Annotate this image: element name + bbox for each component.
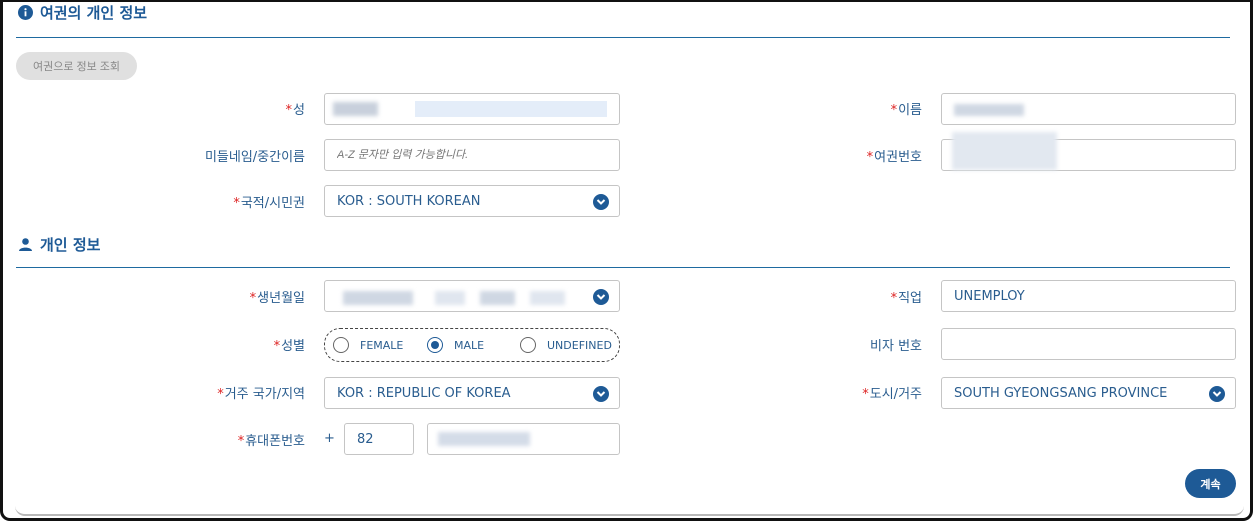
middle-name-input[interactable] — [324, 139, 620, 171]
redacted-passport-number — [952, 132, 1057, 170]
gender-label: *성별 — [273, 339, 305, 354]
passport-section-title-text: 여권의 개인 정보 — [40, 4, 148, 22]
radio-unchecked-icon — [520, 337, 536, 353]
chevron-down-icon — [1209, 386, 1225, 402]
middle-name-label: 미들네임/중간이름 — [204, 150, 305, 165]
passport-lookup-button[interactable]: 여권으로 정보 조회 — [16, 52, 137, 80]
redacted-surname-highlight — [415, 101, 607, 117]
phone-number-field[interactable] — [427, 423, 620, 455]
gender-radio-group: FEMALE MALE UNDEFINED — [324, 328, 620, 362]
city-value: SOUTH GYEONGSANG PROVINCE — [954, 385, 1168, 401]
personal-section-title-text: 개인 정보 — [40, 236, 101, 254]
passport-number-label: *여권번호 — [866, 150, 922, 165]
chevron-down-icon — [593, 289, 609, 305]
radio-checked-icon — [427, 337, 443, 353]
chevron-down-icon — [593, 194, 609, 210]
redacted-phone-number — [438, 432, 530, 446]
info-icon — [18, 5, 33, 20]
surname-field[interactable] — [324, 93, 620, 125]
occupation-field[interactable]: UNEMPLOY — [941, 280, 1236, 312]
redacted-dob-3 — [480, 291, 515, 305]
city-select[interactable]: SOUTH GYEONGSANG PROVINCE — [941, 377, 1236, 409]
redacted-surname — [333, 102, 378, 116]
form-window: 여권의 개인 정보 여권으로 정보 조회 *성 *이름 미들네임/중간이름 *여… — [0, 0, 1253, 521]
personal-section-title: 개인 정보 — [18, 234, 100, 255]
residence-country-value: KOR : REPUBLIC OF KOREA — [337, 385, 511, 401]
redacted-dob-2 — [435, 291, 465, 305]
continue-button[interactable]: 계속 — [1185, 469, 1236, 498]
phone-plus-sign: + — [324, 431, 335, 446]
given-name-label: *이름 — [890, 103, 922, 118]
dob-select[interactable] — [324, 280, 620, 312]
gender-option-male[interactable]: MALE — [427, 337, 520, 353]
nationality-label: *국적/시민권 — [233, 196, 305, 211]
occupation-label: *직업 — [890, 291, 922, 306]
visa-number-label: 비자 번호 — [870, 339, 922, 354]
given-name-field[interactable] — [941, 93, 1236, 125]
gender-option-undefined[interactable]: UNDEFINED — [520, 337, 612, 353]
dob-label: *생년월일 — [249, 291, 305, 306]
surname-label: *성 — [285, 103, 305, 118]
visa-number-field[interactable] — [941, 328, 1236, 360]
phone-country-code-field[interactable]: 82 — [344, 423, 414, 455]
nationality-select[interactable]: KOR : SOUTH KOREAN — [324, 185, 620, 217]
gender-option-female[interactable]: FEMALE — [333, 337, 427, 353]
passport-section-title: 여권의 개인 정보 — [18, 2, 147, 23]
residence-country-label: *거주 국가/지역 — [217, 387, 305, 402]
city-label: *도시/거주 — [862, 387, 922, 402]
occupation-value: UNEMPLOY — [954, 288, 1025, 304]
passport-section-divider — [16, 37, 1230, 38]
passport-number-field[interactable] — [941, 132, 1236, 171]
redacted-given-name — [954, 104, 1024, 116]
phone-country-code-value: 82 — [357, 431, 374, 447]
chevron-down-icon — [593, 386, 609, 402]
personal-section-divider — [16, 267, 1230, 268]
nationality-value: KOR : SOUTH KOREAN — [337, 193, 481, 209]
redacted-dob-4 — [530, 291, 565, 305]
residence-country-select[interactable]: KOR : REPUBLIC OF KOREA — [324, 377, 620, 409]
phone-label: *휴대폰번호 — [237, 434, 305, 449]
redacted-dob-1 — [343, 291, 413, 305]
bottom-shadow — [15, 506, 1244, 516]
person-icon — [18, 237, 33, 252]
radio-unchecked-icon — [333, 337, 349, 353]
